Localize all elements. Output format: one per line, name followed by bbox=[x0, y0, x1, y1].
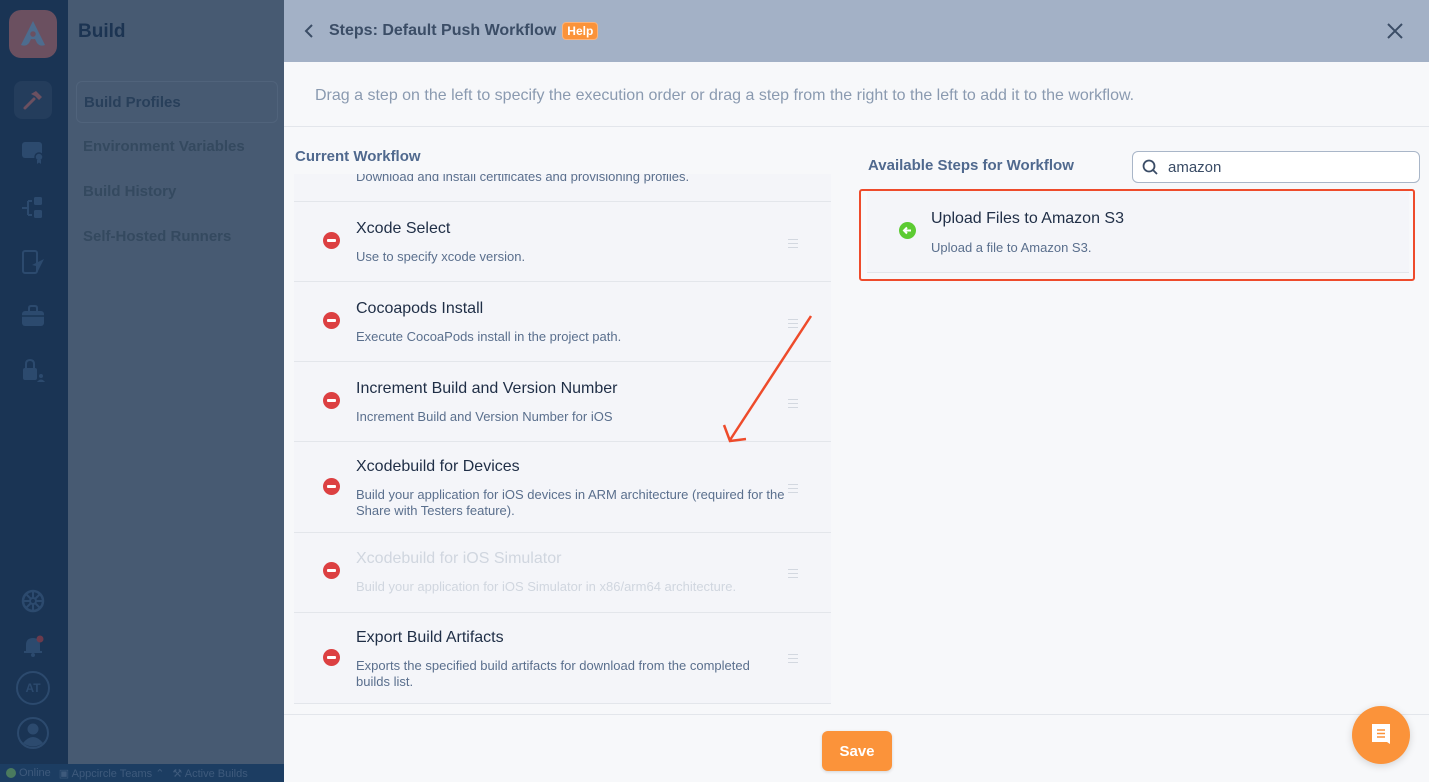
search-input[interactable] bbox=[1168, 158, 1408, 176]
available-step-description: Upload a file to Amazon S3. bbox=[931, 240, 1092, 255]
settings-wheel-icon[interactable] bbox=[14, 582, 52, 620]
appcircle-logo[interactable] bbox=[9, 10, 57, 58]
step-name: Cocoapods Install bbox=[356, 300, 484, 317]
workflow-step-disabled[interactable]: Xcodebuild for iOS Simulator Build your … bbox=[294, 533, 831, 613]
online-status: Online bbox=[6, 767, 51, 779]
current-workflow-header: Current Workflow bbox=[294, 148, 831, 165]
remove-step-icon[interactable] bbox=[323, 562, 340, 579]
drag-handle-icon[interactable] bbox=[788, 399, 798, 408]
subnav-item-build-profiles[interactable]: Build Profiles bbox=[76, 81, 278, 123]
support-chat-button[interactable] bbox=[1352, 706, 1410, 764]
step-description: Build your application for iOS devices i… bbox=[356, 487, 785, 518]
avatar[interactable]: AT bbox=[14, 669, 52, 707]
remove-step-icon[interactable] bbox=[323, 649, 340, 666]
current-workflow-title: Current Workflow bbox=[295, 148, 421, 165]
online-dot-icon bbox=[6, 768, 16, 779]
drawer-header: Steps: Default Push Workflow Help bbox=[284, 0, 1429, 62]
app-rail: AT bbox=[0, 0, 68, 764]
remove-step-icon[interactable] bbox=[323, 392, 340, 409]
remove-step-icon[interactable] bbox=[323, 312, 340, 329]
build-subnav: Build Build Profiles Environment Variabl… bbox=[68, 0, 284, 764]
testing-distribution-icon[interactable] bbox=[14, 243, 52, 281]
available-steps-title: Available Steps for Workflow bbox=[868, 157, 1074, 174]
drag-handle-icon[interactable] bbox=[788, 484, 798, 493]
step-name: Xcodebuild for iOS Simulator bbox=[356, 550, 562, 567]
workflow-step[interactable]: Increment Build and Version Number Incre… bbox=[294, 362, 831, 442]
step-description: Use to specify xcode version. bbox=[356, 249, 526, 264]
chevron-left-icon bbox=[304, 24, 313, 38]
workflow-step[interactable]: Cocoapods Install Execute CocoaPods inst… bbox=[294, 282, 831, 362]
instructions-text: Drag a step on the left to specify the e… bbox=[284, 62, 1429, 127]
step-search-field[interactable] bbox=[1132, 151, 1420, 183]
search-icon bbox=[1142, 159, 1158, 175]
step-name: Xcode Select bbox=[356, 220, 451, 237]
store-submit-icon[interactable] bbox=[14, 297, 52, 335]
status-bar: Online ▣ Appcircle Teams ⌃ ⚒ Active Buil… bbox=[0, 764, 284, 782]
available-step[interactable]: Upload Files to Amazon S3 Upload a file … bbox=[867, 191, 1409, 273]
workflow-step[interactable]: Export Build Artifacts Exports the speci… bbox=[294, 613, 831, 704]
drawer-title: Steps: Default Push Workflow bbox=[329, 22, 557, 39]
subnav-item-self-hosted-runners[interactable]: Self-Hosted Runners bbox=[76, 216, 278, 258]
drag-handle-icon[interactable] bbox=[788, 569, 798, 578]
step-description: Build your application for iOS Simulator… bbox=[356, 579, 737, 594]
available-step-name: Upload Files to Amazon S3 bbox=[931, 210, 1124, 227]
signing-identities-icon[interactable] bbox=[14, 133, 52, 171]
section-title: Build bbox=[78, 21, 126, 42]
back-button[interactable] bbox=[302, 21, 316, 41]
enterprise-store-icon[interactable] bbox=[14, 351, 52, 389]
workflow-steps-drawer: Steps: Default Push Workflow Help Drag a… bbox=[284, 0, 1429, 782]
remove-step-icon[interactable] bbox=[323, 478, 340, 495]
step-name: Xcodebuild for Devices bbox=[356, 458, 520, 475]
subnav-item-environment-variables[interactable]: Environment Variables bbox=[76, 126, 278, 168]
organization-switcher[interactable]: ▣ Appcircle Teams ⌃ bbox=[59, 767, 165, 780]
close-icon bbox=[1387, 23, 1403, 39]
save-button[interactable]: Save bbox=[822, 731, 892, 771]
step-description: Execute CocoaPods install in the project… bbox=[356, 329, 622, 344]
active-builds-label: Active Builds bbox=[184, 767, 248, 780]
step-description: Exports the specified build artifacts fo… bbox=[356, 658, 750, 689]
workflow-step-partial[interactable]: Download and install certificates and pr… bbox=[294, 174, 831, 202]
current-workflow-list[interactable]: Download and install certificates and pr… bbox=[294, 174, 831, 704]
subnav-item-build-history[interactable]: Build History bbox=[76, 171, 278, 213]
workflow-step[interactable]: Xcode Select Use to specify xcode versio… bbox=[294, 202, 831, 282]
organization-label: Appcircle Teams bbox=[71, 767, 153, 780]
distribution-icon[interactable] bbox=[14, 189, 52, 227]
drag-handle-icon[interactable] bbox=[788, 239, 798, 248]
drag-handle-icon[interactable] bbox=[788, 654, 798, 663]
drag-handle-icon[interactable] bbox=[788, 319, 798, 328]
chat-document-icon bbox=[1372, 724, 1390, 744]
remove-step-icon[interactable] bbox=[323, 232, 340, 249]
step-description: Increment Build and Version Number for i… bbox=[356, 409, 613, 424]
step-description: Download and install certificates and pr… bbox=[356, 174, 690, 184]
avatar-initials: AT bbox=[16, 671, 50, 705]
workflow-step[interactable]: Xcodebuild for Devices Build your applic… bbox=[294, 442, 831, 533]
active-builds[interactable]: ⚒ Active Builds bbox=[172, 767, 247, 780]
add-step-icon[interactable] bbox=[899, 222, 916, 239]
drawer-footer: Save bbox=[284, 714, 1429, 782]
build-hammer-icon[interactable] bbox=[14, 81, 52, 119]
close-button[interactable] bbox=[1385, 21, 1405, 41]
help-badge[interactable]: Help bbox=[562, 22, 599, 40]
highlight-annotation-box: Upload Files to Amazon S3 Upload a file … bbox=[859, 189, 1415, 281]
step-name: Export Build Artifacts bbox=[356, 629, 504, 646]
step-name: Increment Build and Version Number bbox=[356, 380, 618, 397]
notification-bell-icon[interactable] bbox=[14, 627, 52, 665]
user-profile-icon[interactable] bbox=[14, 714, 52, 752]
online-label: Online bbox=[19, 767, 51, 779]
